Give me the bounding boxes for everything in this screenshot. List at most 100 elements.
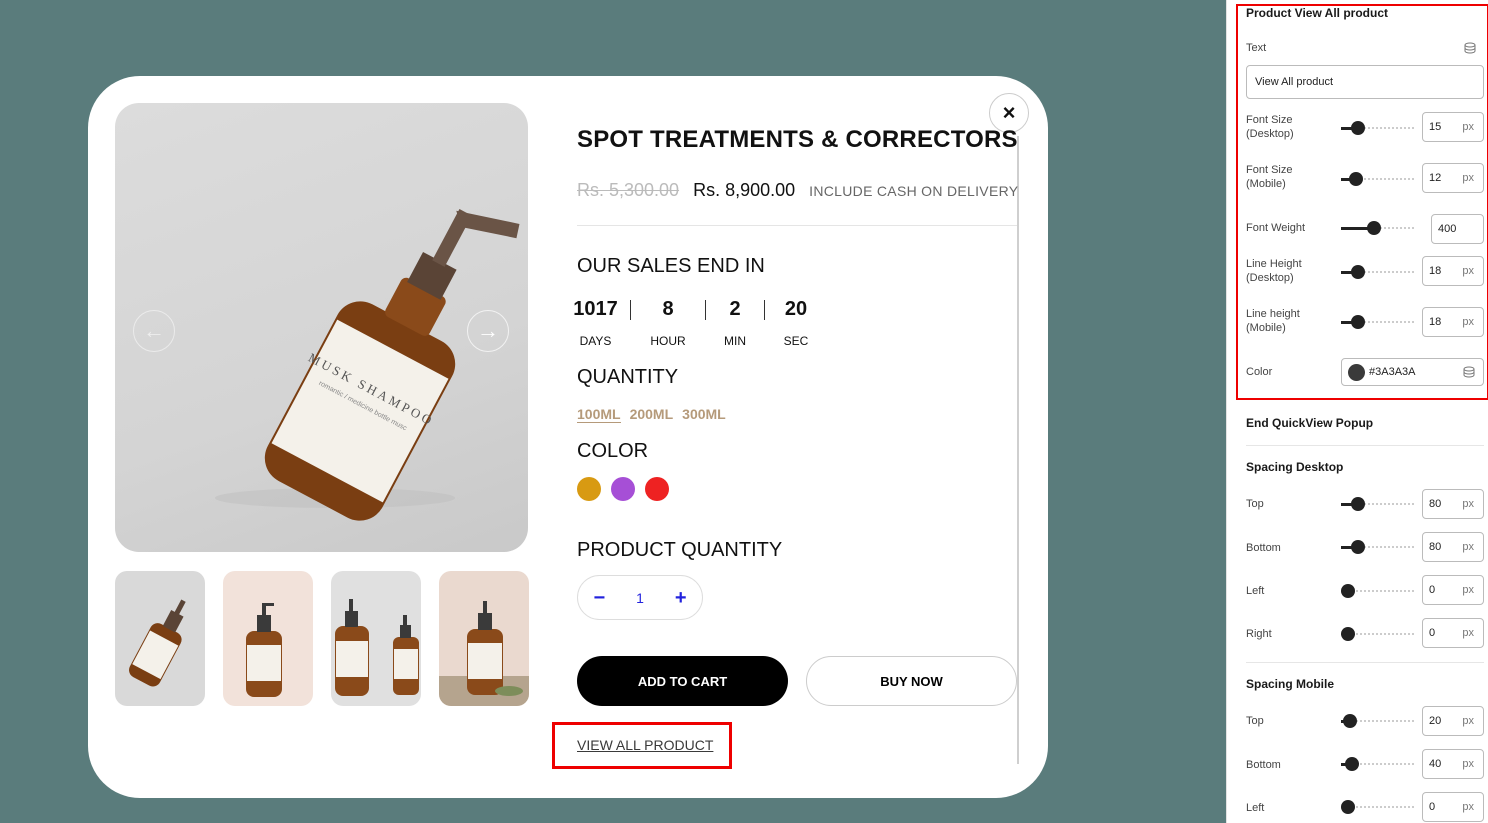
size-option[interactable]: 100ML	[577, 406, 621, 423]
font-size-desktop-input[interactable]: 15 px	[1422, 112, 1484, 142]
minus-icon[interactable]: −	[593, 588, 605, 608]
spacing-mobile-title: Spacing Mobile	[1246, 677, 1335, 691]
size-option[interactable]: 200ML	[630, 406, 674, 423]
spacing-right-input[interactable]: 0 px	[1422, 618, 1484, 648]
thumbnail-bottle-icon	[246, 603, 282, 697]
spacing-left-label: Left	[1246, 585, 1265, 597]
thumbnail-4[interactable]	[439, 571, 529, 706]
add-to-cart-button[interactable]: ADD TO CART	[577, 656, 788, 706]
spacing-mobile-left-label: Left	[1246, 802, 1265, 814]
timer-hours: 8 HOUR	[631, 298, 705, 348]
font-weight-label: Font Weight	[1246, 222, 1306, 234]
divider	[577, 225, 1017, 226]
spacing-mobile-left-slider[interactable]	[1341, 800, 1414, 814]
original-price: Rs. 5,300.00	[577, 180, 680, 200]
buy-now-button[interactable]: BUY NOW	[806, 656, 1017, 706]
color-swatch-gold[interactable]	[577, 477, 601, 501]
quantity-stepper: − 1 +	[577, 575, 703, 620]
timer-seconds: 20 SEC	[765, 298, 827, 348]
timer-label: MIN	[724, 334, 746, 348]
color-swatch-purple[interactable]	[611, 477, 635, 501]
font-size-mobile-input[interactable]: 12 px	[1422, 163, 1484, 193]
thumbnail-bottle-icon	[129, 599, 186, 687]
bottle-illustration: MUSK SHAMPOO romantic / medicine bottle …	[215, 209, 520, 521]
size-options: 100ML 200ML 300ML	[577, 406, 726, 423]
spacing-mobile-left-input[interactable]: 0 px	[1422, 792, 1484, 822]
end-section-title: End QuickView Popup	[1246, 416, 1374, 430]
settings-panel: Product View All product Text View All p…	[1226, 0, 1488, 823]
line-height-desktop-label: Line Height (Desktop)	[1246, 258, 1302, 284]
size-option[interactable]: 300ML	[682, 406, 726, 423]
spacing-bottom-input[interactable]: 80 px	[1422, 532, 1484, 562]
font-size-desktop-slider[interactable]	[1341, 121, 1414, 135]
spacing-left-input[interactable]: 0 px	[1422, 575, 1484, 605]
quantity-heading: QUANTITY	[577, 366, 679, 388]
spacing-left-slider[interactable]	[1341, 584, 1414, 598]
timer-value: 2	[729, 298, 741, 320]
line-height-desktop-input[interactable]: 18 px	[1422, 256, 1484, 286]
prev-arrow-icon[interactable]: ←	[133, 310, 175, 352]
color-label: Color	[1246, 366, 1273, 378]
color-swatches	[577, 477, 669, 501]
spacing-top-input[interactable]: 80 px	[1422, 489, 1484, 519]
thumbnail-2[interactable]	[223, 571, 313, 706]
quantity-value[interactable]: 1	[636, 590, 644, 606]
plus-icon[interactable]: +	[675, 588, 687, 608]
database-icon[interactable]	[1464, 42, 1476, 54]
divider	[1246, 445, 1484, 446]
font-weight-slider[interactable]	[1341, 221, 1414, 235]
timer-label: DAYS	[579, 334, 612, 348]
database-icon[interactable]	[1463, 366, 1475, 378]
spacing-bottom-label: Bottom	[1246, 542, 1281, 554]
spacing-top-label: Top	[1246, 498, 1264, 510]
spacing-top-slider[interactable]	[1341, 497, 1414, 511]
line-height-desktop-slider[interactable]	[1341, 265, 1414, 279]
section-title: Product View All product	[1246, 6, 1389, 20]
spacing-desktop-title: Spacing Desktop	[1246, 460, 1344, 474]
main-product-image: MUSK SHAMPOO romantic / medicine bottle …	[115, 103, 528, 552]
color-swatch-red[interactable]	[645, 477, 669, 501]
thumbnail-bottle-icon	[439, 601, 529, 706]
line-height-mobile-slider[interactable]	[1341, 315, 1414, 329]
thumbnail-1[interactable]	[115, 571, 205, 706]
thumbnail-3[interactable]	[331, 571, 421, 706]
font-size-mobile-label: Font Size (Mobile)	[1246, 164, 1293, 190]
timer-label: SEC	[783, 334, 809, 348]
spacing-mobile-top-slider[interactable]	[1341, 714, 1414, 728]
timer-value: 8	[662, 298, 674, 320]
quickview-modal: MUSK SHAMPOO romantic / medicine bottle …	[88, 76, 1048, 798]
spacing-mobile-bottom-slider[interactable]	[1341, 757, 1414, 771]
thumbnail-strip	[115, 571, 529, 706]
countdown-timer: 1017 DAYS 8 HOUR 2 MIN 20 SEC	[573, 298, 827, 348]
spacing-mobile-top-label: Top	[1246, 715, 1264, 727]
divider	[1246, 662, 1484, 663]
thumbnail-bottles-icon	[335, 599, 419, 696]
timer-days: 1017 DAYS	[573, 298, 618, 348]
line-height-mobile-input[interactable]: 18 px	[1422, 307, 1484, 337]
font-size-desktop-label: Font Size (Desktop)	[1246, 114, 1294, 140]
product-title: SPOT TREATMENTS & CORRECTORS	[577, 126, 1018, 153]
timer-value: 20	[784, 298, 808, 320]
price-row: Rs. 5,300.00 Rs. 8,900.00 INCLUDE CASH O…	[577, 180, 1018, 201]
text-input[interactable]: View All product	[1246, 65, 1484, 99]
spacing-bottom-slider[interactable]	[1341, 540, 1414, 554]
scrollbar[interactable]	[1017, 136, 1019, 764]
product-quantity-heading: PRODUCT QUANTITY	[577, 539, 783, 561]
text-label: Text	[1246, 42, 1267, 54]
spacing-mobile-top-input[interactable]: 20 px	[1422, 706, 1484, 736]
sale-price: Rs. 8,900.00	[693, 180, 796, 200]
spacing-right-label: Right	[1246, 628, 1272, 640]
line-height-mobile-label: Line height (Mobile)	[1246, 308, 1300, 334]
spacing-right-slider[interactable]	[1341, 627, 1414, 641]
color-value: #3A3A3A	[1369, 366, 1416, 378]
timer-minutes: 2 MIN	[706, 298, 764, 348]
view-all-product-link[interactable]: VIEW ALL PRODUCT	[577, 737, 713, 753]
spacing-mobile-bottom-input[interactable]: 40 px	[1422, 749, 1484, 779]
font-size-mobile-slider[interactable]	[1341, 172, 1414, 186]
spacing-mobile-bottom-label: Bottom	[1246, 759, 1281, 771]
next-arrow-icon[interactable]: →	[467, 310, 509, 352]
color-swatch[interactable]	[1348, 363, 1365, 381]
font-weight-input[interactable]: 400	[1431, 214, 1484, 244]
timer-label: HOUR	[650, 334, 686, 348]
price-note: INCLUDE CASH ON DELIVERY	[809, 183, 1019, 199]
